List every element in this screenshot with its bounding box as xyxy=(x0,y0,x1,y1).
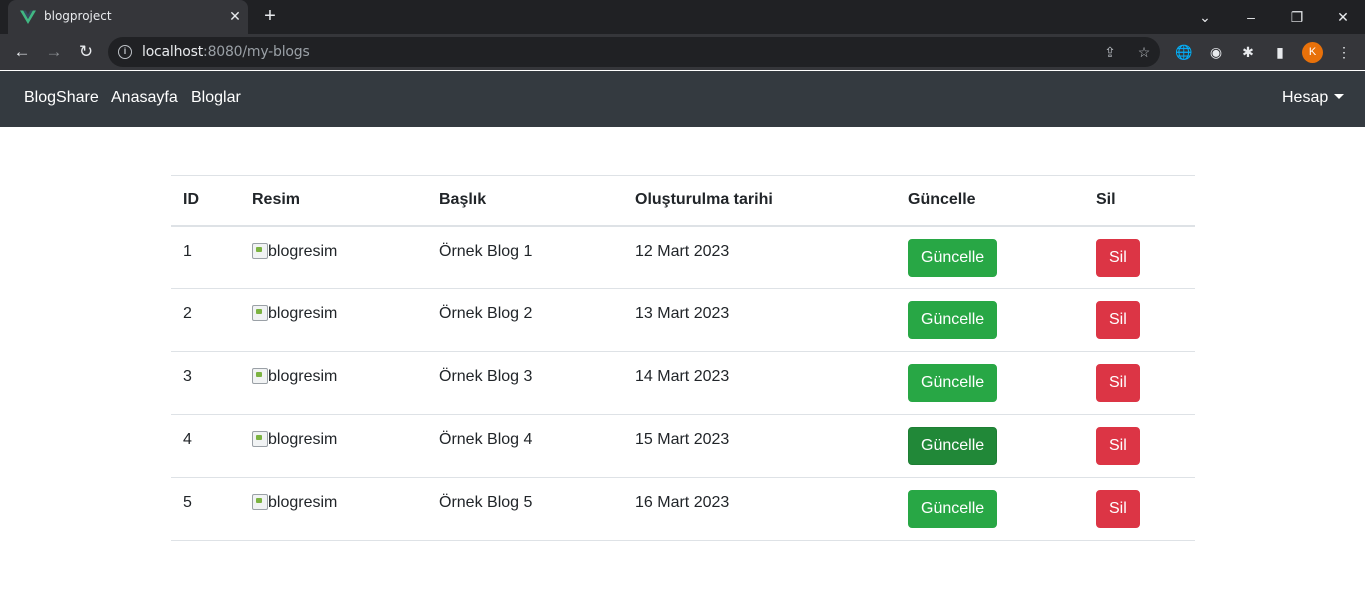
cell-update: Güncelle xyxy=(896,351,1084,415)
cell-date: 16 Mart 2023 xyxy=(623,477,896,541)
cell-title: Örnek Blog 3 xyxy=(427,351,623,415)
cell-id: 2 xyxy=(171,288,240,352)
extension-globe-icon[interactable]: 🌐 xyxy=(1174,42,1194,62)
address-bar[interactable]: i localhost:8080/my-blogs ⇪ ☆ xyxy=(108,37,1160,67)
blog-image: blogresim xyxy=(252,305,337,323)
table-row: 4 blogresim Örnek Blog 4 15 Mart 2023 Gü… xyxy=(171,414,1195,478)
cell-title: Örnek Blog 1 xyxy=(427,225,623,289)
cell-image: blogresim xyxy=(240,225,427,289)
restore-icon[interactable]: ❐ xyxy=(1285,5,1309,29)
cell-id: 1 xyxy=(171,225,240,289)
minimize-icon[interactable]: – xyxy=(1239,5,1263,29)
delete-button[interactable]: Sil xyxy=(1096,364,1140,402)
blog-image: blogresim xyxy=(252,368,337,386)
update-button[interactable]: Güncelle xyxy=(908,301,998,339)
delete-button[interactable]: Sil xyxy=(1096,490,1140,528)
tab-title: blogproject xyxy=(44,9,112,23)
brand-link[interactable]: BlogShare xyxy=(24,89,99,107)
nav-link-bloglar[interactable]: Bloglar xyxy=(191,89,241,107)
broken-image-icon xyxy=(252,242,268,259)
extensions-puzzle-icon[interactable]: ✱ xyxy=(1238,42,1258,62)
new-tab-icon[interactable]: + xyxy=(258,5,282,29)
cell-date: 14 Mart 2023 xyxy=(623,351,896,415)
blogs-table: ID Resim Başlık Oluşturulma tarihi Günce… xyxy=(171,175,1195,541)
cell-date: 12 Mart 2023 xyxy=(623,225,896,289)
broken-image-icon xyxy=(252,305,268,321)
site-info-icon[interactable]: i xyxy=(118,45,132,59)
account-dropdown[interactable]: Hesap xyxy=(1282,89,1345,107)
cell-delete: Sil xyxy=(1084,351,1195,415)
bookmark-star-icon[interactable]: ☆ xyxy=(1134,42,1154,62)
share-icon[interactable]: ⇪ xyxy=(1100,42,1120,62)
table-header-row: ID Resim Başlık Oluşturulma tarihi Günce… xyxy=(171,175,1195,227)
cell-title: Örnek Blog 5 xyxy=(427,477,623,541)
site-navbar: BlogShare Anasayfa Bloglar Hesap xyxy=(0,71,1365,127)
broken-image-icon xyxy=(252,368,268,384)
broken-image-icon xyxy=(252,431,268,447)
delete-button[interactable]: Sil xyxy=(1096,238,1140,277)
extension-circle-icon[interactable]: ◉ xyxy=(1206,42,1226,62)
browser-tab[interactable]: blogproject ✕ xyxy=(8,0,248,34)
cell-image: blogresim xyxy=(240,414,427,478)
vue-logo-icon xyxy=(20,10,36,24)
table-row: 3 blogresim Örnek Blog 3 14 Mart 2023 Gü… xyxy=(171,351,1195,415)
blogs-table-container: ID Resim Başlık Oluşturulma tarihi Günce… xyxy=(171,175,1195,541)
cell-image: blogresim xyxy=(240,351,427,415)
cell-delete: Sil xyxy=(1084,414,1195,478)
cell-date: 13 Mart 2023 xyxy=(623,288,896,352)
table-row: 5 blogresim Örnek Blog 5 16 Mart 2023 Gü… xyxy=(171,477,1195,541)
browser-tabstrip: blogproject ✕ + ⌄ – ❐ ✕ xyxy=(0,0,1365,34)
header-id: ID xyxy=(171,175,240,227)
cell-update: Güncelle xyxy=(896,288,1084,352)
update-button[interactable]: Güncelle xyxy=(908,490,998,528)
cell-delete: Sil xyxy=(1084,477,1195,541)
cell-id: 3 xyxy=(171,351,240,415)
close-tab-icon[interactable]: ✕ xyxy=(226,7,244,25)
update-button[interactable]: Güncelle xyxy=(908,238,998,277)
close-window-icon[interactable]: ✕ xyxy=(1331,5,1355,29)
tab-search-icon[interactable]: ⌄ xyxy=(1193,5,1217,29)
table-row: 1 blogresim Örnek Blog 1 12 Mart 2023 Gü… xyxy=(171,225,1195,289)
cell-date: 15 Mart 2023 xyxy=(623,414,896,478)
cell-id: 4 xyxy=(171,414,240,478)
update-button[interactable]: Güncelle xyxy=(908,364,998,402)
delete-button[interactable]: Sil xyxy=(1096,301,1140,339)
blog-image: blogresim xyxy=(252,431,337,449)
menu-dots-icon[interactable]: ⋮ xyxy=(1334,42,1354,62)
cell-image: blogresim xyxy=(240,477,427,541)
cell-update: Güncelle xyxy=(896,477,1084,541)
profile-avatar[interactable]: K xyxy=(1302,42,1323,63)
cell-id: 5 xyxy=(171,477,240,541)
cell-delete: Sil xyxy=(1084,225,1195,289)
cell-update: Güncelle xyxy=(896,414,1084,478)
header-title: Başlık xyxy=(427,175,623,227)
blog-image: blogresim xyxy=(252,242,337,261)
header-delete: Sil xyxy=(1084,175,1195,227)
delete-button[interactable]: Sil xyxy=(1096,427,1140,465)
cell-image: blogresim xyxy=(240,288,427,352)
back-icon[interactable]: ← xyxy=(8,38,36,66)
url-text: localhost:8080/my-blogs xyxy=(142,44,310,60)
cell-delete: Sil xyxy=(1084,288,1195,352)
broken-image-icon xyxy=(252,494,268,510)
blog-image: blogresim xyxy=(252,494,337,512)
cell-title: Örnek Blog 4 xyxy=(427,414,623,478)
nav-link-anasayfa[interactable]: Anasayfa xyxy=(111,89,178,107)
table-row: 2 blogresim Örnek Blog 2 13 Mart 2023 Gü… xyxy=(171,288,1195,352)
caret-down-icon xyxy=(1334,94,1345,99)
header-update: Güncelle xyxy=(896,175,1084,227)
side-panel-icon[interactable]: ▮ xyxy=(1270,42,1290,62)
forward-icon[interactable]: → xyxy=(40,38,68,66)
header-date: Oluşturulma tarihi xyxy=(623,175,896,227)
browser-toolbar: ← → ↻ i localhost:8080/my-blogs ⇪ ☆ 🌐 ◉ … xyxy=(0,34,1365,70)
update-button[interactable]: Güncelle xyxy=(908,427,998,465)
cell-update: Güncelle xyxy=(896,225,1084,289)
cell-title: Örnek Blog 2 xyxy=(427,288,623,352)
account-label: Hesap xyxy=(1282,89,1329,106)
reload-icon[interactable]: ↻ xyxy=(72,38,100,66)
header-image: Resim xyxy=(240,175,427,227)
